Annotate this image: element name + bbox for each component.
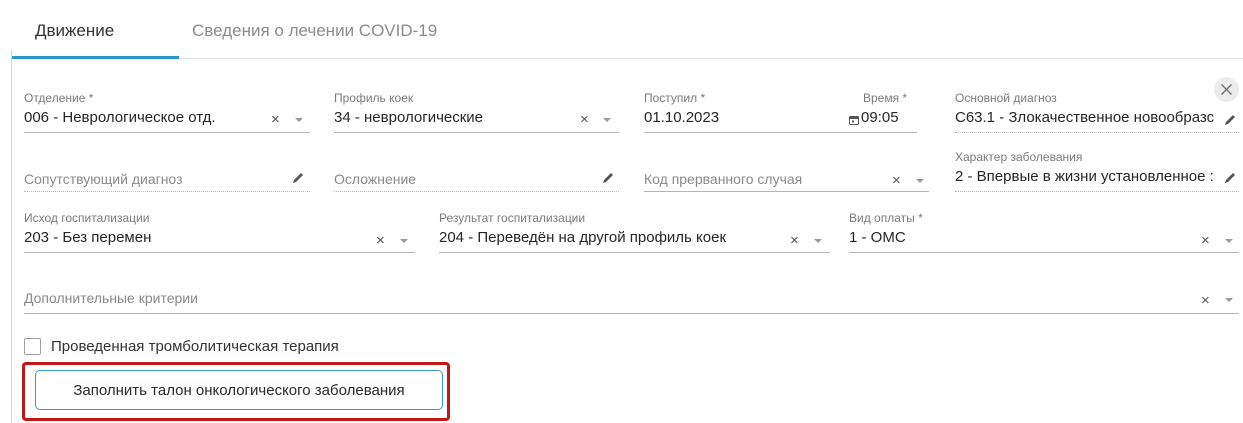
tab-covid-treatment[interactable]: Сведения о лечении COVID-19 bbox=[192, 21, 437, 41]
disease-character-label: Характер заболевания bbox=[955, 150, 1083, 164]
additional-criteria-field[interactable]: Дополнительные критерии × bbox=[24, 287, 1239, 314]
disease-character-value: 2 - Впервые в жизни установленное : bbox=[955, 168, 1214, 185]
chevron-down-icon[interactable] bbox=[400, 239, 408, 243]
pencil-icon[interactable] bbox=[1222, 170, 1238, 186]
clear-icon[interactable]: × bbox=[580, 112, 589, 127]
bed-profile-label: Профиль коек bbox=[334, 91, 414, 105]
comorbid-diagnosis-field[interactable]: Сопутствующий диагноз bbox=[24, 166, 310, 192]
pencil-icon[interactable] bbox=[1222, 112, 1238, 128]
clear-icon[interactable]: × bbox=[790, 233, 799, 248]
chevron-down-icon[interactable] bbox=[814, 239, 822, 243]
clear-icon[interactable]: × bbox=[376, 233, 385, 248]
field-underline bbox=[644, 132, 917, 133]
disease-character-field[interactable]: Характер заболевания 2 - Впервые в жизни… bbox=[955, 150, 1239, 192]
interrupted-case-code-placeholder: Код прерванного случая bbox=[644, 171, 803, 187]
field-underline bbox=[644, 191, 929, 192]
hospitalization-outcome-field[interactable]: Исход госпитализации 203 - Без перемен × bbox=[24, 211, 415, 253]
clear-icon[interactable]: × bbox=[1201, 233, 1210, 248]
hospitalization-result-label: Результат госпитализации bbox=[439, 211, 586, 225]
hospitalization-outcome-value: 203 - Без перемен bbox=[24, 229, 152, 246]
pencil-icon[interactable] bbox=[600, 170, 616, 186]
complication-field[interactable]: Осложнение bbox=[334, 166, 619, 192]
clear-icon[interactable]: × bbox=[1201, 293, 1210, 308]
calendar-icon[interactable] bbox=[849, 115, 859, 125]
department-label: Отделение * bbox=[24, 91, 94, 105]
payment-type-label: Вид оплаты * bbox=[849, 211, 923, 225]
field-underline bbox=[334, 132, 619, 133]
hospitalization-result-field[interactable]: Результат госпитализации 204 - Переведён… bbox=[439, 211, 830, 253]
field-underline bbox=[24, 313, 1239, 314]
payment-type-value: 1 - ОМС bbox=[849, 229, 906, 246]
interrupted-case-code-field[interactable]: Код прерванного случая × bbox=[644, 166, 929, 192]
bed-profile-field[interactable]: Профиль коек 34 - неврологические × bbox=[334, 91, 619, 133]
admitted-label: Поступил * bbox=[644, 91, 706, 105]
clear-icon[interactable]: × bbox=[271, 112, 280, 127]
field-underline bbox=[955, 132, 1239, 133]
thrombolytic-therapy-label[interactable]: Проведенная тромболитическая терапия bbox=[51, 338, 339, 355]
field-underline bbox=[849, 252, 1239, 253]
time-label: Время * bbox=[863, 91, 908, 105]
chevron-down-icon[interactable] bbox=[295, 118, 303, 122]
clear-icon[interactable]: × bbox=[892, 173, 901, 188]
main-diagnosis-field[interactable]: Основной диагноз C63.1 - Злокачественное… bbox=[955, 91, 1239, 133]
bed-profile-value: 34 - неврологические bbox=[334, 109, 484, 126]
department-field[interactable]: Отделение * 006 - Неврологическое отд. × bbox=[24, 91, 310, 133]
payment-type-field[interactable]: Вид оплаты * 1 - ОМС × bbox=[849, 211, 1239, 253]
complication-placeholder: Осложнение bbox=[334, 171, 417, 187]
field-underline bbox=[334, 191, 619, 192]
hospitalization-result-value: 204 - Переведён на другой профиль коек bbox=[439, 229, 727, 246]
active-tab-indicator bbox=[12, 56, 179, 59]
main-diagnosis-value: C63.1 - Злокачественное новообразс bbox=[955, 109, 1215, 126]
pencil-icon[interactable] bbox=[290, 170, 306, 186]
main-diagnosis-label: Основной диагноз bbox=[955, 91, 1057, 105]
field-underline bbox=[24, 252, 415, 253]
department-value: 006 - Неврологическое отд. bbox=[24, 109, 216, 126]
field-underline bbox=[955, 191, 1239, 192]
thrombolytic-therapy-checkbox[interactable] bbox=[24, 338, 41, 355]
field-underline bbox=[439, 252, 830, 253]
admitted-date-value[interactable]: 01.10.2023 bbox=[644, 109, 719, 126]
comorbid-diagnosis-placeholder: Сопутствующий диагноз bbox=[24, 171, 183, 187]
time-value[interactable]: 09:05 bbox=[861, 109, 899, 126]
tab-movement[interactable]: Движение bbox=[35, 21, 114, 41]
left-border bbox=[11, 50, 12, 423]
field-underline bbox=[24, 132, 310, 133]
close-icon[interactable] bbox=[1214, 77, 1239, 102]
hospitalization-outcome-label: Исход госпитализации bbox=[24, 211, 150, 225]
chevron-down-icon[interactable] bbox=[603, 118, 611, 122]
field-underline bbox=[24, 191, 310, 192]
admitted-field[interactable]: Поступил * 01.10.2023 Время * 09:05 bbox=[644, 91, 917, 133]
chevron-down-icon[interactable] bbox=[1225, 298, 1233, 302]
fill-oncology-ticket-button[interactable]: Заполнить талон онкологического заболева… bbox=[35, 370, 443, 410]
additional-criteria-placeholder: Дополнительные критерии bbox=[24, 290, 198, 306]
chevron-down-icon[interactable] bbox=[1225, 239, 1233, 243]
chevron-down-icon[interactable] bbox=[916, 179, 924, 183]
